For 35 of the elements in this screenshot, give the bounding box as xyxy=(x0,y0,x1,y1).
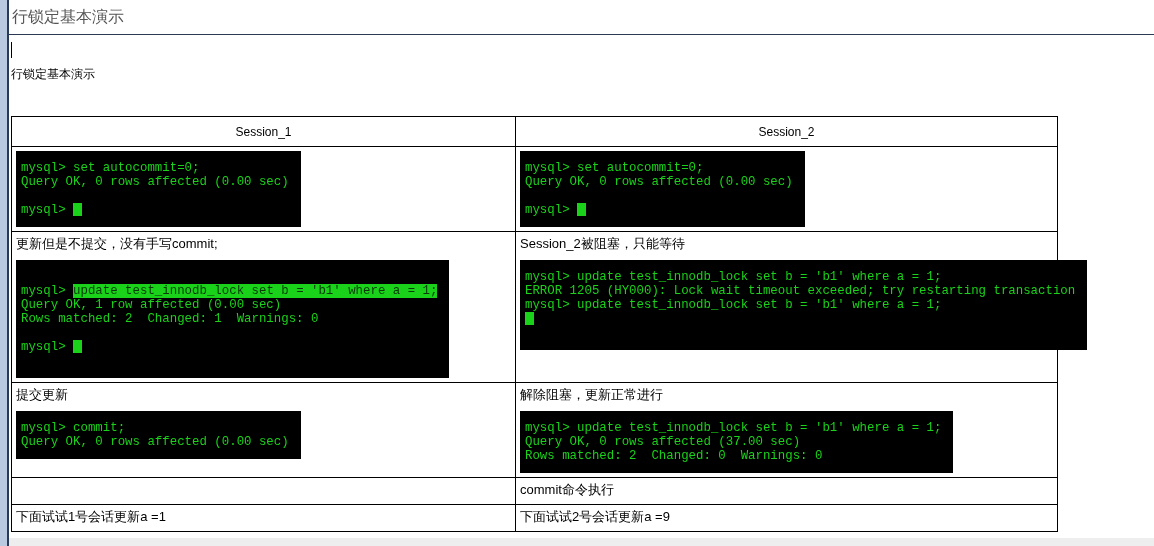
column-header: Session_1 xyxy=(11,116,516,147)
terminal-line: mysql> commit; xyxy=(21,421,127,435)
cursor-block xyxy=(577,203,587,217)
cell-note: 提交更新 xyxy=(16,387,69,403)
terminal-line: mysql> update test_innodb_lock set b = 'b1' where a = 1; xyxy=(525,421,942,435)
cell-note: Session_2被阻塞，只能等待 xyxy=(520,236,686,252)
heading: 行锁定基本演示 xyxy=(11,66,96,83)
cursor-block xyxy=(525,312,534,326)
terminal-line: mysql> update test_innodb_lock set b = 'b1' where a = 1; xyxy=(525,270,943,284)
terminal-line: mysql> update test_innodb_lock set b = 'b1' where a = 1; xyxy=(525,298,943,312)
cursor-block xyxy=(73,203,83,217)
cell-note: 下面试试1号会话更新a =1 xyxy=(16,509,167,525)
terminal-line: Query OK, 0 rows affected (0.00 sec) xyxy=(21,435,289,449)
terminal-line: mysql> xyxy=(21,203,66,217)
terminal-line: Rows matched: 2 Changed: 1 Warnings: 0 xyxy=(21,312,320,326)
cell-note: 解除阻塞，更新正常进行 xyxy=(520,387,664,403)
page-title: 行锁定基本演示 xyxy=(12,6,124,27)
text-cursor xyxy=(11,42,12,58)
terminal-line: mysql> xyxy=(21,340,66,354)
terminal-line: mysql> xyxy=(525,203,570,217)
terminal-line: Rows matched: 2 Changed: 0 Warnings: 0 xyxy=(525,449,824,463)
selected-command: update test_innodb_lock set b = 'b1' where a = 1; xyxy=(73,284,438,298)
terminal-line: Query OK, 0 rows affected (0.00 sec) xyxy=(525,175,793,189)
cell-note: commit命令执行 xyxy=(520,482,615,498)
terminal-line: Query OK, 0 rows affected (37.00 sec) xyxy=(525,435,802,449)
terminal-line: ERROR 1205 (HY000): Lock wait timeout exceeded; try restarting transaction xyxy=(525,284,1076,298)
cell-note: 下面试试2号会话更新a =9 xyxy=(520,509,671,525)
terminal-line: Query OK, 0 rows affected (0.00 sec) xyxy=(21,175,289,189)
terminal-line: Query OK, 1 row affected (0.00 sec) xyxy=(21,298,283,312)
cell-note: 更新但是不提交，没有手写commit; xyxy=(16,236,219,252)
terminal-line: mysql> set autocommit=0; xyxy=(21,161,201,175)
terminal-line: mysql> set autocommit=0; xyxy=(525,161,705,175)
column-header: Session_2 xyxy=(515,116,1058,147)
cursor-block xyxy=(73,340,83,354)
terminal-line: mysql> xyxy=(21,284,66,298)
